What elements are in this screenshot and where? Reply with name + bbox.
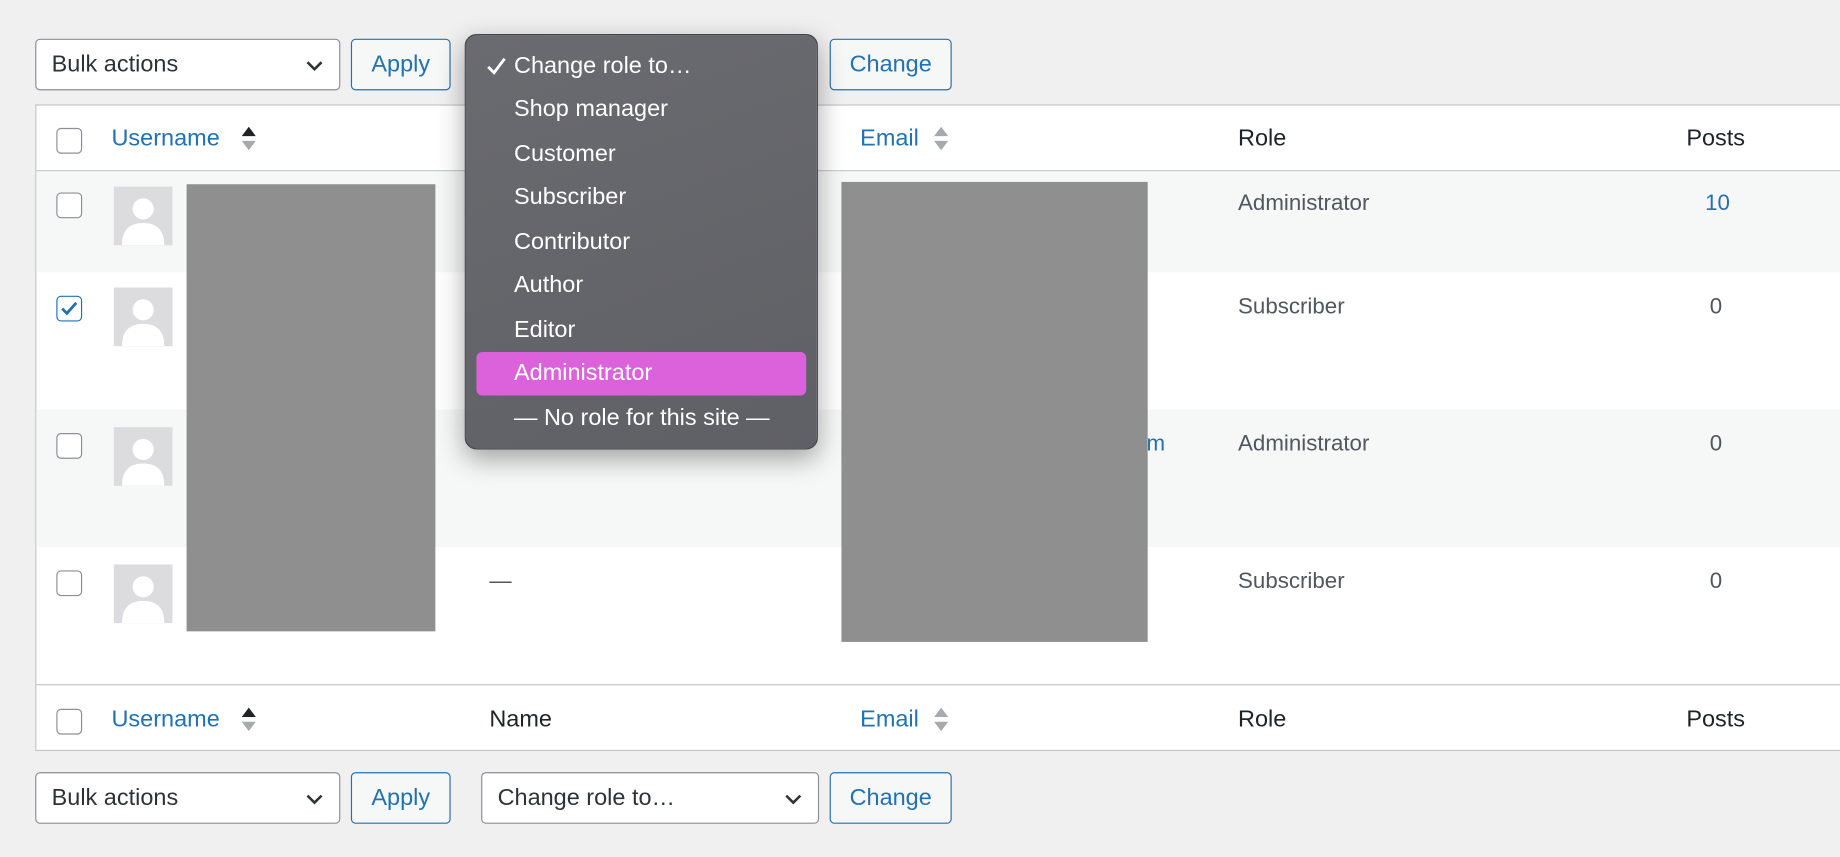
apply-button-top[interactable]: Apply: [350, 38, 451, 91]
row-checkbox[interactable]: [56, 433, 83, 459]
avatar: [113, 287, 173, 347]
checkmark-icon: [61, 301, 78, 316]
row-checkbox[interactable]: [56, 192, 83, 219]
default-avatar-icon: [122, 198, 165, 246]
role-column-footer: Role: [1238, 706, 1287, 733]
default-avatar-icon: [122, 299, 165, 347]
avatar: [113, 564, 173, 624]
role-option-change-role-to[interactable]: Change role to…: [476, 45, 806, 88]
bulk-actions-label: Bulk actions: [51, 51, 179, 77]
row-posts: 0: [1709, 569, 1723, 594]
row-name: —: [489, 569, 512, 594]
row-posts-link[interactable]: 10: [1705, 191, 1730, 217]
role-option-no-role[interactable]: — No role for this site —: [476, 397, 806, 440]
name-column-footer: Name: [489, 706, 552, 733]
role-column-header: Role: [1238, 125, 1287, 152]
users-list-screen: Bulk actions Apply Change Username Email…: [0, 0, 1840, 857]
username-column-header[interactable]: Username: [111, 126, 219, 153]
role-option-administrator-highlighted[interactable]: Administrator: [476, 352, 807, 396]
role-option-shop-manager[interactable]: Shop manager: [476, 88, 806, 131]
role-option-author[interactable]: Author: [476, 264, 806, 307]
role-option-subscriber[interactable]: Subscriber: [476, 176, 806, 219]
posts-column-footer: Posts: [1686, 706, 1746, 733]
row-checkbox[interactable]: [56, 570, 83, 597]
checkmark-icon: [487, 57, 506, 75]
row-posts: 0: [1709, 294, 1723, 320]
row-role: Administrator: [1238, 431, 1370, 457]
sort-asc-icon: [241, 707, 256, 732]
bulk-actions-select-top[interactable]: Bulk actions: [35, 38, 341, 91]
chevron-down-icon: [306, 61, 323, 72]
select-all-checkbox-top[interactable]: [56, 127, 83, 154]
row-checkbox-checked[interactable]: [56, 295, 83, 322]
apply-button-bottom[interactable]: Apply: [350, 772, 451, 824]
posts-column-header: Posts: [1686, 125, 1746, 152]
avatar: [113, 427, 173, 486]
email-column-footer[interactable]: Email: [860, 706, 919, 733]
chevron-down-icon: [306, 794, 323, 805]
row-role: Subscriber: [1238, 569, 1345, 594]
default-avatar-icon: [122, 576, 165, 624]
redacted-block: [186, 184, 436, 632]
default-avatar-icon: [122, 438, 165, 486]
change-button-bottom[interactable]: Change: [829, 772, 952, 824]
sort-icon: [934, 126, 949, 151]
avatar: [113, 186, 173, 246]
row-email-link[interactable]: m: [1147, 432, 1166, 458]
change-role-select-bottom[interactable]: Change role to…: [481, 772, 820, 824]
role-option-contributor[interactable]: Contributor: [476, 221, 806, 264]
sort-asc-icon: [241, 126, 256, 151]
username-column-footer[interactable]: Username: [111, 706, 219, 733]
row-role: Administrator: [1238, 191, 1370, 216]
select-all-checkbox-bottom[interactable]: [56, 708, 83, 735]
sort-icon: [934, 707, 949, 732]
role-option-editor[interactable]: Editor: [476, 309, 806, 352]
bulk-actions-label: Bulk actions: [51, 784, 179, 811]
bulk-actions-select-bottom[interactable]: Bulk actions: [35, 772, 341, 824]
change-button-top[interactable]: Change: [829, 38, 952, 91]
chevron-down-icon: [785, 794, 802, 805]
role-option-customer[interactable]: Customer: [476, 133, 806, 176]
redacted-block: [841, 181, 1148, 642]
row-posts: 0: [1709, 431, 1723, 457]
email-column-header[interactable]: Email: [860, 126, 919, 153]
row-role: Subscriber: [1238, 294, 1345, 320]
change-role-dropdown-menu: Change role to… Shop manager Customer Su…: [464, 34, 818, 450]
change-role-label: Change role to…: [497, 784, 676, 811]
